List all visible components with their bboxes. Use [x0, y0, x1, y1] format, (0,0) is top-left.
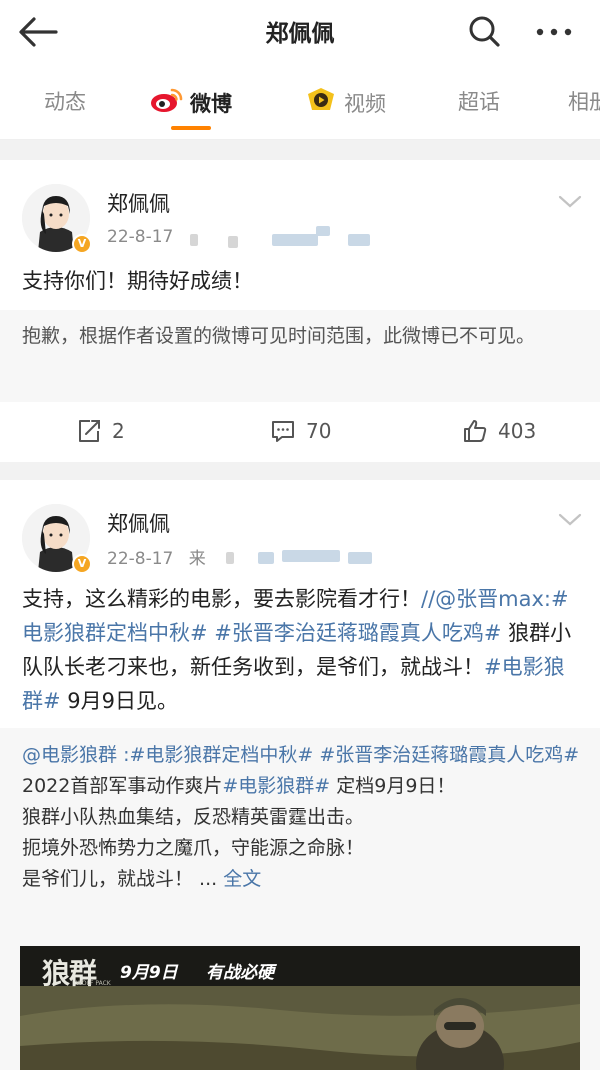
user-mention-link[interactable]: @电影狼群 [22, 744, 117, 766]
blurred-source [282, 550, 340, 562]
back-arrow-icon [19, 17, 58, 47]
topic-link[interactable]: #张晋李治廷蒋璐霞真人吃鸡# [319, 744, 579, 766]
post-text: 支持，这么精彩的电影，要去影院看才行！//@张晋max:#电影狼群定档中秋# #… [22, 582, 582, 718]
back-button[interactable] [14, 12, 62, 52]
text-segment: 扼境外恐怖势力之魔爪，守能源之命脉！ [22, 837, 365, 859]
movie-logo-subtitle: WOLF PACK [76, 980, 111, 987]
tab-album[interactable]: 相册 [568, 86, 600, 116]
search-button[interactable] [462, 10, 506, 54]
post-menu-button[interactable] [556, 510, 584, 530]
topic-link[interactable]: #张晋李治廷蒋璐霞真人吃鸡# [214, 621, 501, 645]
repost-count: 2 [112, 419, 125, 443]
reposted-content[interactable]: @电影狼群 :#电影狼群定档中秋# #张晋李治廷蒋璐霞真人吃鸡# 2022首部军事… [0, 728, 600, 1070]
tab-weibo[interactable]: 微博 [150, 86, 232, 119]
tab-label: 视频 [344, 91, 386, 116]
video-thumbnail[interactable]: 狼群 WOLF PACK 9月9日 有战必硬 [20, 946, 580, 1070]
post-time: 22-8-17 [107, 227, 174, 247]
text-segment: 2022首部军事动作爽片 [22, 775, 223, 797]
full-text-link[interactable]: 全文 [223, 868, 261, 890]
blurred-source [272, 234, 318, 246]
like-count: 403 [498, 419, 537, 443]
tab-label: 超话 [458, 90, 500, 114]
section-divider [0, 140, 600, 160]
page-title: 郑佩佩 [265, 21, 335, 47]
blurred-source [316, 226, 330, 236]
author-name[interactable]: 郑佩佩 [107, 508, 170, 538]
user-mention-link[interactable]: //@张晋max: [421, 587, 551, 611]
chevron-down-icon [558, 513, 582, 526]
movie-slogan: 有战必硬 [206, 963, 274, 983]
blurred-source [190, 234, 198, 246]
like-button[interactable]: 403 [462, 418, 536, 444]
active-tab-indicator [171, 126, 211, 130]
topic-link[interactable]: :#电影狼群定档中秋# [123, 744, 313, 766]
repost-text: @电影狼群 :#电影狼群定档中秋# #张晋李治廷蒋璐霞真人吃鸡# 2022首部军事… [22, 740, 582, 895]
author-name[interactable]: 郑佩佩 [107, 188, 170, 218]
tab-dynamic[interactable]: 动态 [44, 86, 86, 116]
text-segment: 是爷们儿，就战斗！ ... [22, 868, 224, 890]
tab-video[interactable]: 视频 [304, 86, 386, 119]
section-divider [0, 462, 600, 480]
comment-count: 70 [306, 419, 332, 443]
tab-super-topic[interactable]: 超话 [458, 86, 500, 116]
blurred-source [258, 552, 274, 564]
movie-still [20, 946, 580, 1070]
text-segment: 狼群小队热血集结，反恐精英雷霆出击。 [22, 806, 365, 828]
post-menu-button[interactable] [556, 192, 584, 212]
blurred-source [226, 552, 234, 564]
profile-tabs: 动态 微博 视频 超话 相册 [0, 64, 600, 140]
repost-button[interactable]: 2 [76, 418, 125, 444]
search-icon [469, 16, 500, 47]
text-segment: 定档9月9日！ [330, 775, 456, 797]
blurred-source [228, 236, 238, 248]
thumbs-up-icon [464, 420, 487, 442]
video-badge-icon [304, 86, 338, 119]
comment-button[interactable]: 70 [270, 418, 331, 444]
comment-icon [272, 421, 294, 442]
blurred-source [348, 552, 372, 564]
more-dots-icon [536, 28, 572, 36]
repost-icon [79, 420, 100, 442]
weibo-logo-icon [150, 86, 184, 119]
tab-label: 相册 [568, 90, 600, 114]
post-time: 22-8-17 来 [107, 544, 206, 569]
post-date: 22-8-17 [107, 549, 174, 569]
tab-label: 动态 [44, 90, 86, 114]
more-button[interactable] [528, 10, 580, 54]
release-date: 9月9日 [120, 963, 178, 983]
source-prefix: 来 [188, 549, 206, 569]
blurred-source [348, 234, 370, 246]
post-card-1: V 郑佩佩 22-8-17 支持你们！期待好成绩！ 抱歉，根据作者设置的微博可见… [0, 160, 600, 462]
post-text: 支持你们！期待好成绩！ [22, 269, 253, 293]
text-segment: 支持，这么精彩的电影，要去影院看才行！ [22, 587, 421, 611]
tab-label: 微博 [190, 91, 232, 116]
notice-text: 抱歉，根据作者设置的微博可见时间范围，此微博已不可见。 [22, 325, 536, 347]
top-bar: 郑佩佩 [0, 0, 600, 64]
hidden-post-notice: 抱歉，根据作者设置的微博可见时间范围，此微博已不可见。 [0, 310, 600, 402]
post-actions: 2 70 403 [0, 404, 600, 462]
topic-link[interactable]: #电影狼群# [222, 775, 330, 797]
post-card-2: V 郑佩佩 22-8-17 来 支持，这么精彩的电影，要去影院看才行！//@张晋… [0, 480, 600, 1070]
verified-badge-icon: V [72, 554, 92, 574]
verified-badge-icon: V [72, 234, 92, 254]
text-segment: 9月9日见。 [60, 689, 179, 713]
chevron-down-icon [558, 195, 582, 208]
